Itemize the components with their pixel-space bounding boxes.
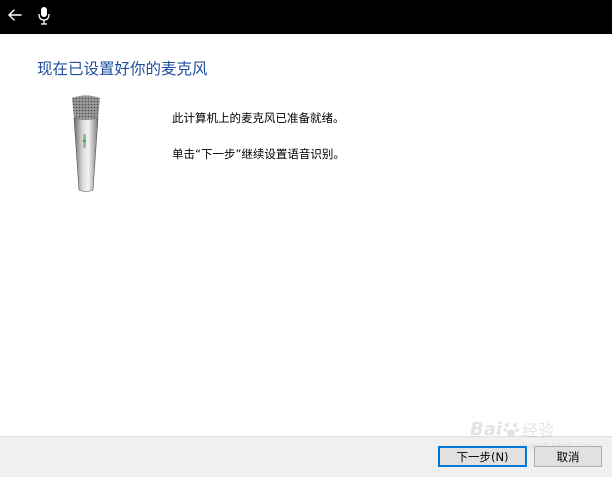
microphone-illustration (72, 95, 100, 192)
speech-setup-window: 现在已设置好你的麦克风 此计算机上的麦克风已准备就绪。 单击“下一步”继续设置语… (0, 0, 612, 477)
instruction-message: 单击“下一步”继续设置语音识别。 (172, 147, 345, 161)
microphone-icon (38, 7, 50, 25)
title-bar (0, 0, 612, 34)
back-arrow-icon (8, 9, 22, 21)
cancel-button[interactable]: 取消 (534, 446, 602, 467)
back-button[interactable] (3, 3, 27, 27)
ready-message: 此计算机上的麦克风已准备就绪。 (172, 111, 345, 125)
next-button[interactable]: 下一步(N) (438, 446, 527, 467)
page-heading: 现在已设置好你的麦克风 (37, 60, 208, 78)
